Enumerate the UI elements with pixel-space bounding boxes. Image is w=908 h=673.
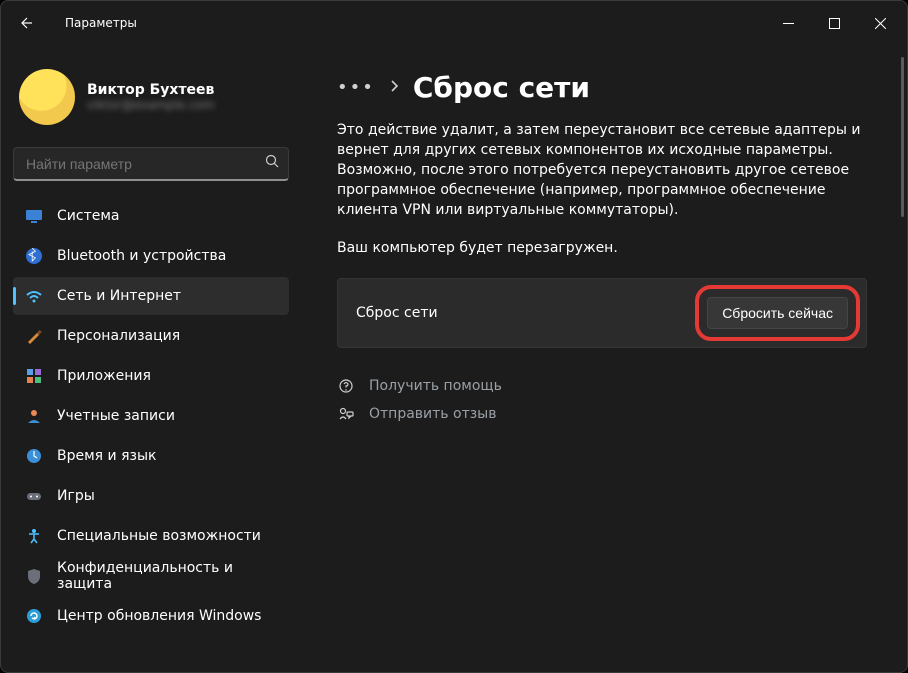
sidebar: Виктор Бухтеев viktor@example.com Систем… (1, 45, 301, 672)
sidebar-item-label: Игры (57, 488, 95, 504)
sidebar-item-apps[interactable]: Приложения (13, 357, 289, 395)
send-feedback-link[interactable]: Отправить отзыв (337, 406, 867, 422)
breadcrumb: ••• Сброс сети (337, 71, 867, 104)
minimize-icon (783, 18, 794, 29)
profile-email: viktor@example.com (87, 98, 214, 112)
sidebar-item-system[interactable]: Система (13, 197, 289, 235)
bluetooth-icon (25, 247, 43, 265)
search-input[interactable] (26, 156, 265, 172)
page-title: Сброс сети (413, 71, 590, 104)
get-help-link[interactable]: Получить помощь (337, 378, 867, 394)
sidebar-item-gaming[interactable]: Игры (13, 477, 289, 515)
sidebar-item-label: Bluetooth и устройства (57, 248, 226, 264)
minimize-button[interactable] (765, 7, 811, 39)
sidebar-item-label: Время и язык (57, 448, 156, 464)
close-button[interactable] (857, 7, 903, 39)
card-label: Сброс сети (356, 305, 438, 321)
maximize-icon (829, 18, 840, 29)
globe-clock-icon (25, 447, 43, 465)
close-icon (875, 18, 886, 29)
subnote-text: Ваш компьютер будет перезагружен. (337, 240, 867, 256)
reset-now-button[interactable]: Сбросить сейчас (707, 297, 848, 329)
profile-block[interactable]: Виктор Бухтеев viktor@example.com (9, 51, 293, 147)
chevron-right-icon (389, 78, 399, 97)
user-icon (25, 407, 43, 425)
back-button[interactable] (5, 3, 45, 43)
profile-name: Виктор Бухтеев (87, 82, 214, 98)
apps-icon (25, 367, 43, 385)
window-controls (765, 7, 903, 39)
feedback-icon (337, 406, 355, 422)
sidebar-item-label: Специальные возможности (57, 528, 261, 544)
brush-icon (25, 327, 43, 345)
sidebar-item-accounts[interactable]: Учетные записи (13, 397, 289, 435)
sidebar-item-label: Система (57, 208, 119, 224)
link-label: Получить помощь (369, 378, 502, 394)
shield-icon (25, 567, 43, 585)
wifi-icon (25, 287, 43, 305)
sidebar-item-label: Сеть и Интернет (57, 288, 181, 304)
arrow-left-icon (17, 15, 33, 31)
breadcrumb-more[interactable]: ••• (337, 77, 375, 98)
sidebar-item-personalization[interactable]: Персонализация (13, 317, 289, 355)
help-icon (337, 378, 355, 394)
sidebar-item-label: Учетные записи (57, 408, 175, 424)
settings-window: Параметры Виктор Бухтеев viktor@example.… (0, 0, 908, 673)
description-text: Это действие удалит, а затем переустанов… (337, 120, 867, 220)
sidebar-item-accessibility[interactable]: Специальные возможности (13, 517, 289, 555)
accessibility-icon (25, 527, 43, 545)
reset-card: Сброс сети Сбросить сейчас (337, 278, 867, 348)
monitor-icon (25, 207, 43, 225)
search-icon (265, 154, 280, 173)
sidebar-item-label: Центр обновления Windows (57, 608, 261, 624)
sidebar-item-time-language[interactable]: Время и язык (13, 437, 289, 475)
sidebar-item-bluetooth[interactable]: Bluetooth и устройства (13, 237, 289, 275)
gamepad-icon (25, 487, 43, 505)
window-title: Параметры (65, 16, 137, 30)
sidebar-item-label: Приложения (57, 368, 151, 384)
main-content: ••• Сброс сети Это действие удалит, а за… (301, 45, 907, 672)
titlebar: Параметры (1, 1, 907, 45)
nav: Система Bluetooth и устройства Сеть и Ин… (9, 197, 293, 635)
sidebar-item-privacy[interactable]: Конфиденциальность и защита (13, 557, 289, 595)
scrollbar[interactable] (901, 57, 904, 217)
search-input-wrap[interactable] (13, 147, 289, 181)
sidebar-item-label: Конфиденциальность и защита (57, 560, 277, 592)
footer-links: Получить помощь Отправить отзыв (337, 378, 867, 422)
annotation-highlight: Сбросить сейчас (695, 285, 860, 341)
link-label: Отправить отзыв (369, 406, 496, 422)
sidebar-item-windows-update[interactable]: Центр обновления Windows (13, 597, 289, 635)
avatar (19, 69, 75, 125)
update-icon (25, 607, 43, 625)
sidebar-item-network[interactable]: Сеть и Интернет (13, 277, 289, 315)
maximize-button[interactable] (811, 7, 857, 39)
sidebar-item-label: Персонализация (57, 328, 180, 344)
